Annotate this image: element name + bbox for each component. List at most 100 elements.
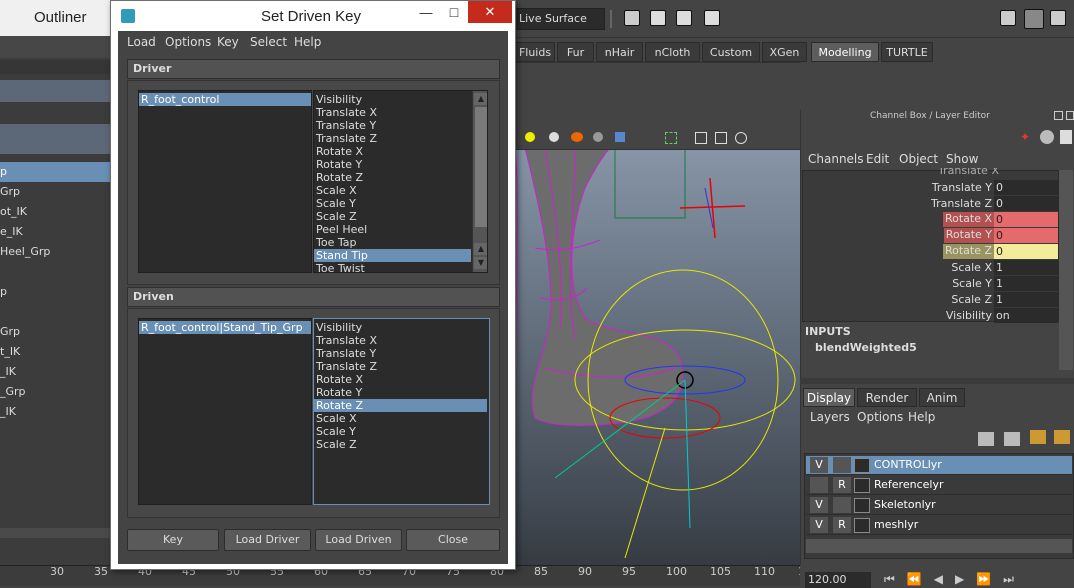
menu-key[interactable]: Key (217, 35, 239, 49)
layer-reference-toggle[interactable]: R (833, 477, 851, 493)
outliner-item[interactable]: _IK (0, 402, 112, 422)
driver-attribute-item[interactable]: Toe Twist (314, 262, 471, 272)
layer-row[interactable]: V Skeletonlyr (806, 496, 1072, 515)
channel-row[interactable]: Scale Z1 (800, 292, 1058, 308)
channel-label[interactable]: Rotate Y (943, 228, 994, 243)
driver-attribute-item[interactable]: Translate Z (314, 132, 471, 145)
layer-visibility-toggle[interactable]: V (810, 497, 828, 513)
driven-object-item[interactable]: R_foot_control|Stand_Tip_Grp (139, 321, 311, 334)
driver-attribute-item[interactable]: Translate Y (314, 119, 471, 132)
driven-section-header[interactable]: Driven (127, 287, 500, 307)
channel-row[interactable]: Rotate Y0 (800, 228, 1058, 244)
driven-attribute-item[interactable]: Translate Y (314, 347, 487, 360)
tab-nhair[interactable]: nHair (596, 42, 643, 62)
menu-help[interactable]: Help (908, 410, 935, 424)
outliner-highlight-row[interactable] (0, 80, 112, 102)
layer-row[interactable]: V Rmeshlyr (806, 516, 1072, 535)
inputs-node[interactable]: blendWeighted5 (815, 341, 917, 354)
outliner-item[interactable]: t_IK (0, 342, 112, 362)
tab-custom[interactable]: Custom (702, 42, 760, 62)
driven-attribute-item[interactable]: Scale Z (314, 438, 487, 451)
outliner-highlight-row-2[interactable] (0, 124, 112, 154)
tab-ncloth[interactable]: nCloth (645, 42, 700, 62)
tool-settings-icon[interactable] (1050, 10, 1066, 26)
attribute-editor-icon[interactable] (1000, 10, 1016, 26)
layer-reference-toggle[interactable] (833, 457, 851, 473)
load-driver-button[interactable]: Load Driver (224, 529, 311, 551)
driver-attribute-item[interactable]: Toe Tap (314, 236, 471, 249)
channel-value[interactable]: 0 (994, 228, 1058, 243)
layer-visibility-toggle[interactable]: V (810, 517, 828, 533)
layer-color-swatch[interactable] (854, 478, 870, 493)
outliner-item[interactable]: Grp (0, 322, 112, 342)
channel-value[interactable]: 0 (994, 180, 1058, 195)
outliner-item[interactable]: ot_IK (0, 202, 112, 222)
window-titlebar[interactable]: Set Driven Key — □ ✕ (111, 1, 515, 31)
outliner-item[interactable]: e_IK (0, 222, 112, 242)
driver-attribute-item[interactable]: Stand Tip (314, 249, 471, 262)
layer-color-swatch[interactable] (854, 518, 870, 533)
channel-row[interactable]: Rotate Z0 (800, 244, 1058, 260)
menu-layers[interactable]: Layers (810, 410, 850, 424)
layer-name[interactable]: CONTROLlyr (874, 458, 942, 471)
outliner-item[interactable]: _IK (0, 362, 112, 382)
channel-value[interactable]: 0 (994, 196, 1058, 211)
shaded-sphere-icon[interactable] (549, 132, 559, 142)
channel-value[interactable]: 0 (994, 212, 1058, 227)
new-layer-selected-icon[interactable] (978, 432, 994, 446)
layer-row[interactable]: R Referencelyr (806, 476, 1072, 495)
driven-attribute-item[interactable]: Rotate Z (314, 399, 487, 412)
driver-object-list[interactable]: R_foot_control (138, 90, 312, 273)
maximize-button[interactable]: □ (444, 4, 464, 24)
channel-value[interactable]: 1 (994, 292, 1058, 307)
move-layer-up-icon[interactable] (1030, 430, 1046, 444)
layer-editor-icon[interactable] (1060, 130, 1072, 144)
channel-value[interactable]: 1 (994, 276, 1058, 291)
new-layer-icon[interactable] (1004, 432, 1020, 446)
tab-modelling[interactable]: Modelling (811, 42, 879, 62)
driver-section-header[interactable]: Driver (127, 59, 500, 79)
driver-attribute-item[interactable]: Scale Z (314, 210, 471, 223)
textured-icon[interactable] (571, 132, 583, 142)
tab-fur[interactable]: Fur (557, 42, 594, 62)
channel-row[interactable]: Scale X1 (800, 260, 1058, 276)
menu-options[interactable]: Options (857, 410, 903, 424)
driven-attribute-item[interactable]: Translate X (314, 334, 487, 347)
share-icon[interactable] (735, 132, 747, 144)
channel-row[interactable]: Rotate X0 (800, 212, 1058, 228)
xray-icon[interactable] (615, 132, 625, 142)
layer-scrollbar[interactable] (806, 539, 1072, 553)
channel-label[interactable]: Rotate Z (942, 244, 994, 259)
layer-row[interactable]: V CONTROLlyr (806, 456, 1072, 475)
channel-value[interactable]: on (994, 308, 1058, 323)
scroll-up-arrow-2[interactable]: ▲ (474, 243, 487, 255)
shadow-icon[interactable] (593, 132, 603, 142)
driven-attribute-item[interactable]: Rotate Y (314, 386, 487, 399)
outliner-item[interactable]: Grp (0, 182, 112, 202)
key-button[interactable]: Key (127, 529, 219, 551)
driver-attribute-list[interactable]: Visibility Translate X Translate Y Translat… (313, 90, 488, 273)
viewport[interactable] (515, 128, 800, 565)
outliner-item[interactable]: _Grp (0, 382, 112, 402)
channel-label[interactable]: Translate Y (932, 181, 992, 194)
channel-row[interactable]: Translate Z0 (800, 196, 1058, 212)
driver-attribute-item[interactable]: Scale X (314, 184, 471, 197)
layer-color-swatch[interactable] (854, 498, 870, 513)
driver-attribute-item[interactable]: Rotate Z (314, 171, 471, 184)
channel-label[interactable]: Scale Z (951, 293, 992, 306)
channel-settings-icon[interactable] (1040, 130, 1054, 144)
close-panel-icon[interactable] (1066, 111, 1074, 120)
tab-fluids[interactable]: Fluids (515, 42, 555, 62)
driver-attribute-item[interactable]: Visibility (314, 93, 471, 106)
menu-edit[interactable]: Edit (866, 152, 889, 166)
playback-buttons[interactable]: ⏮⏪◀▶⏩⏭ (884, 572, 1064, 586)
isolate-select-icon[interactable] (665, 132, 677, 144)
channel-value[interactable]: 0 (994, 244, 1058, 259)
driver-object-item[interactable]: R_foot_control (139, 93, 311, 106)
channel-label[interactable]: Translate Z (931, 197, 992, 210)
channel-label[interactable]: Scale X (951, 261, 992, 274)
menu-channels[interactable]: Channels (808, 152, 864, 166)
driven-attribute-item[interactable]: Scale Y (314, 425, 487, 438)
driver-attribute-item[interactable]: Translate X (314, 106, 471, 119)
channel-label[interactable]: Rotate X (942, 212, 994, 227)
